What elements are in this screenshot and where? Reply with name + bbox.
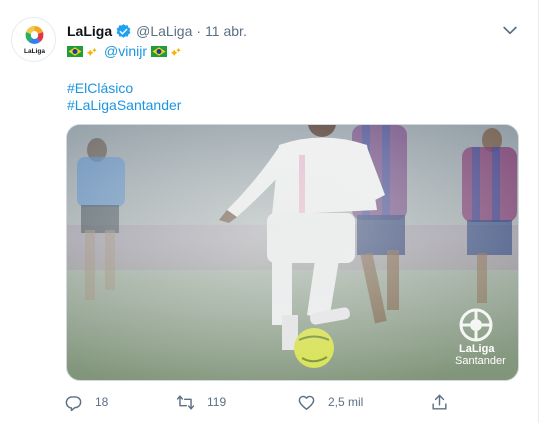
more-icon[interactable] bbox=[500, 20, 520, 40]
sparkles-icon bbox=[171, 48, 181, 56]
tweet-card[interactable]: LaLiga LaLiga @LaLiga · 11 abr. @vinijr bbox=[0, 0, 539, 423]
retweet-count: 119 bbox=[207, 395, 227, 409]
brazil-flag-icon bbox=[67, 45, 83, 57]
watermark-line1: LaLiga bbox=[459, 343, 495, 355]
mention-link[interactable]: @vinijr bbox=[104, 43, 147, 59]
tweet-media-image[interactable]: LaLiga Santander bbox=[66, 124, 519, 381]
like-button[interactable]: 2,5 mil bbox=[297, 388, 363, 416]
author-name[interactable]: LaLiga bbox=[67, 23, 112, 39]
tweet-actions: 18 119 2,5 mil bbox=[0, 388, 539, 416]
laliga-logo-icon bbox=[25, 25, 44, 44]
author-avatar[interactable]: LaLiga bbox=[11, 17, 56, 62]
reply-button[interactable]: 18 bbox=[64, 388, 108, 416]
brazil-flag-icon bbox=[151, 45, 167, 57]
football-photo bbox=[67, 125, 518, 380]
retweet-icon bbox=[176, 394, 195, 410]
header-separator: · bbox=[196, 23, 202, 39]
tweet-header: LaLiga @LaLiga · 11 abr. bbox=[67, 21, 247, 41]
sparkles-icon bbox=[87, 48, 97, 56]
share-icon bbox=[432, 394, 447, 410]
laliga-watermark-logo bbox=[459, 308, 493, 342]
hashtag-link[interactable]: #LaLigaSantander bbox=[67, 97, 181, 113]
share-button[interactable] bbox=[430, 388, 449, 416]
reply-icon bbox=[65, 395, 82, 411]
hashtag-link[interactable]: #ElClásico bbox=[67, 80, 133, 96]
verified-badge-icon bbox=[116, 23, 131, 38]
tweet-text-line: @vinijr bbox=[67, 41, 186, 61]
retweet-button[interactable]: 119 bbox=[176, 388, 226, 416]
reply-count: 18 bbox=[95, 395, 109, 409]
like-count: 2,5 mil bbox=[328, 395, 364, 409]
avatar-label: LaLiga bbox=[24, 48, 45, 55]
tweet-date[interactable]: 11 abr. bbox=[205, 23, 247, 39]
watermark-line2: Santander bbox=[455, 355, 506, 367]
heart-icon bbox=[298, 395, 315, 410]
author-handle[interactable]: @LaLiga bbox=[136, 23, 192, 39]
